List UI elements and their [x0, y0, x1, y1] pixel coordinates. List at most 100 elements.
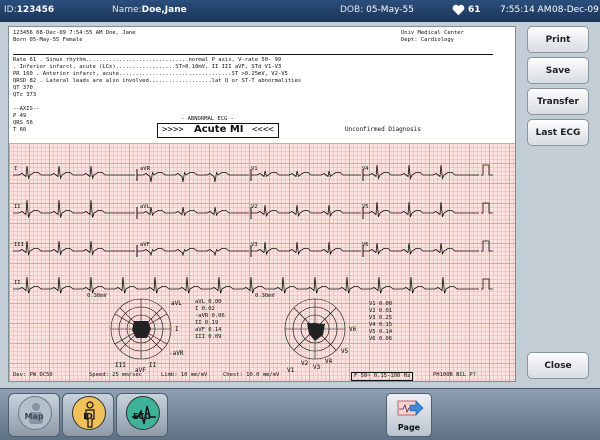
st-value: V6 0.06 — [369, 336, 393, 342]
header-divider — [13, 54, 493, 55]
ecg-trace — [251, 170, 361, 178]
close-button[interactable]: Close — [527, 352, 589, 379]
st-value: aVL 0.00 — [195, 299, 222, 305]
ecg-trace — [13, 276, 479, 294]
map-label: Map — [24, 412, 44, 421]
diagnosis-text: Acute MI — [194, 124, 244, 135]
footer-device: Dev: PW DC50 — [13, 372, 53, 378]
statement-line: T 60 — [13, 127, 27, 133]
lead-label: aVR — [140, 166, 150, 172]
st-value: V5 0.14 — [369, 329, 393, 335]
svg-text:II: II — [149, 362, 157, 369]
ecg-button[interactable]: ECG — [116, 393, 168, 437]
ecg-trace — [137, 206, 249, 217]
svg-text:I: I — [175, 326, 179, 333]
calibration-pulse — [481, 278, 493, 290]
st-value: V3 0.25 — [369, 315, 393, 321]
patient-name: Name:Doe,Jane — [112, 5, 187, 15]
st-value: II 0.19 — [195, 320, 219, 326]
ecg-trace — [13, 199, 135, 218]
patient-status-bar: ID:123456 Name:Doe,Jane DOB: 05-May-55 6… — [0, 0, 600, 22]
ecg-waveform-area: I aVR V1 V4 II aVL V2 V5 III aVF V3 V6 I… — [9, 143, 515, 381]
st-value: -aVR 0.06 — [195, 313, 225, 319]
bottom-navigation-bar: Map ID ECG Page — [0, 388, 600, 440]
lead-label: V2 — [251, 204, 258, 210]
ecg-label: ECG — [133, 412, 151, 421]
ecg-trace — [251, 204, 361, 218]
ecg-trace — [251, 241, 361, 256]
svg-text:V2: V2 — [301, 360, 309, 367]
lead-label: III — [14, 242, 24, 248]
diagnosis-prefix: >>>> — [162, 125, 184, 135]
patient-dob: DOB: 05-May-55 — [340, 5, 414, 15]
report-header-line-2: Born 05-May-55 Female — [13, 37, 83, 43]
st-value: V4 0.15 — [369, 322, 393, 328]
statement-line: P 49 — [13, 113, 27, 119]
st-map-chest-leads: V6 V5 V4 V3 V2 V1 — [284, 298, 357, 373]
st-map-limb-leads: aVL I -aVR II aVF III — [110, 298, 184, 373]
svg-text:V6: V6 — [349, 326, 357, 333]
diagnosis-suffix: <<<< — [252, 125, 274, 135]
calibration-pulse — [481, 202, 493, 214]
heart-rate: 61 — [468, 5, 481, 15]
page-button[interactable]: Page — [386, 393, 432, 437]
statement-line: QRSD 82 . Lateral leads are also involve… — [13, 78, 302, 84]
statement-line: . Inferior infarct, acute (LCx).........… — [13, 64, 282, 70]
id-label: ID — [83, 412, 93, 421]
print-button[interactable]: Print — [527, 26, 589, 53]
report-frame: 123456 08-Dec-09 7:54:55 AM Doe, Jane Bo… — [0, 22, 600, 388]
footer-model: PH100B BCL P? — [433, 372, 477, 378]
svg-text:V4: V4 — [325, 358, 333, 365]
ecg-trace — [13, 240, 135, 257]
calibration-pulse — [481, 240, 493, 252]
heart-icon — [452, 4, 465, 16]
statement-line: QTc 373 — [13, 92, 37, 98]
footer-chest-gain: Chest: 10.0 mm/mV — [223, 372, 280, 378]
lead-label: V4 — [362, 166, 369, 172]
last-ecg-button[interactable]: Last ECG — [527, 119, 589, 146]
footer-speed: Speed: 25 mm/sec — [89, 372, 142, 378]
ecg-trace — [137, 171, 249, 183]
patient-id: ID:123456 — [4, 5, 55, 15]
svg-text:V1: V1 — [287, 367, 295, 373]
statement-line: QT 370 — [13, 85, 33, 91]
page-icon — [397, 400, 424, 416]
save-button[interactable]: Save — [527, 57, 589, 84]
map-button[interactable]: Map — [8, 393, 60, 437]
lead-label: V5 — [362, 204, 369, 210]
page-label: Page — [397, 423, 421, 432]
ecg-trace — [363, 164, 479, 181]
abnormal-ecg-label: - ABNORMAL ECG - — [181, 116, 234, 122]
calibration-pulse — [481, 164, 493, 176]
lead-label: II — [14, 280, 21, 286]
svg-text:-aVR: -aVR — [169, 350, 184, 357]
report-department: Dept: Cardiology — [401, 37, 454, 43]
ecg-report-sheet[interactable]: 123456 08-Dec-09 7:54:55 AM Doe, Jane Bo… — [8, 26, 516, 382]
report-header-line-1: 123456 08-Dec-09 7:54:55 AM Doe, Jane — [13, 30, 136, 36]
lead-label: I — [14, 166, 18, 172]
st-value: V2 0.01 — [369, 308, 393, 314]
clock-time: 7:55:14 AM — [500, 5, 552, 15]
lead-label: V6 — [362, 242, 369, 248]
svg-text:V5: V5 — [341, 348, 349, 355]
footer-limb-gain: Limb: 10 mm/mV — [161, 372, 208, 378]
st-value: aVF 0.14 — [195, 327, 222, 333]
lead-label: aVF — [140, 242, 150, 248]
ecg-trace — [13, 165, 135, 180]
statement-line: --AXIS-- — [13, 106, 40, 112]
svg-text:aVL: aVL — [171, 300, 182, 307]
svg-text:III: III — [115, 362, 126, 369]
st-value: V1 0.00 — [369, 301, 393, 307]
unconfirmed-diagnosis: Unconfirmed Diagnosis — [345, 126, 421, 133]
st-value: I 0.02 — [195, 306, 215, 312]
id-button[interactable]: ID — [62, 393, 114, 437]
lead-label: aVL — [140, 204, 150, 210]
clock-date: 08-Dec-09 — [552, 5, 599, 15]
ecg-trace — [363, 242, 479, 256]
ecg-waveforms — [13, 164, 493, 294]
transfer-button[interactable]: Transfer — [527, 88, 589, 115]
ecg-trace — [363, 201, 479, 217]
scale-label-left: 0.30mV — [87, 293, 107, 299]
footer-filter: F 50~ 0.15-100 Hz — [351, 372, 414, 381]
st-value: III 0.09 — [195, 334, 222, 340]
